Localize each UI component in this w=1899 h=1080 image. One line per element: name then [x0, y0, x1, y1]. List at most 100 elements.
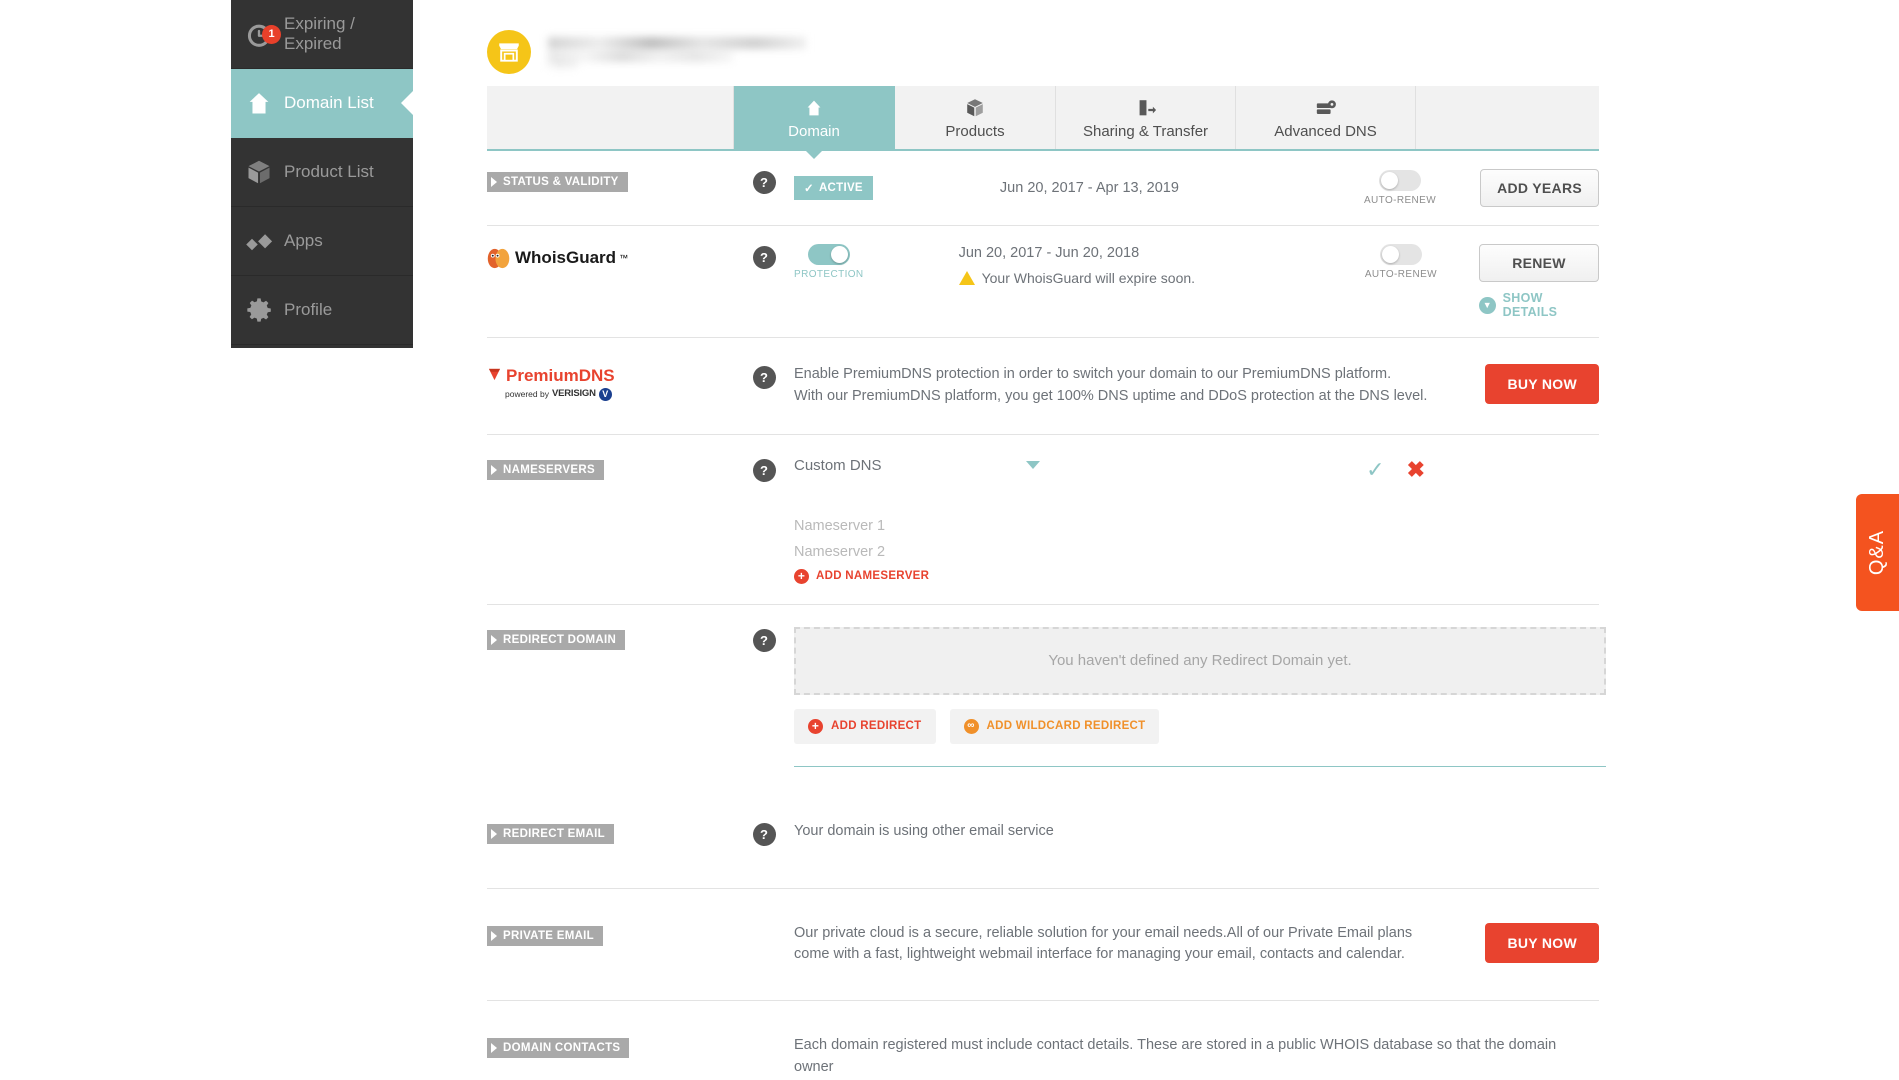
- whoisguard-logo: WhoisGuard ™: [487, 247, 734, 269]
- add-wildcard-label: ADD WILDCARD REDIRECT: [986, 720, 1146, 732]
- whoisguard-body: PROTECTION Jun 20, 2017 - Jun 20, 2018 Y…: [794, 244, 1599, 319]
- powered-by-label: powered by: [505, 388, 549, 399]
- tab-bar-tail: [1416, 86, 1599, 149]
- add-nameserver-link[interactable]: + ADD NAMESERVER: [794, 568, 929, 584]
- help-icon[interactable]: ?: [752, 246, 776, 269]
- premiumdns-label-cell: PremiumDNS powered by VERISIGN V: [487, 364, 734, 408]
- redirect-domain-empty-state: You haven't defined any Redirect Domain …: [794, 626, 1606, 695]
- row-private-email: PRIVATE EMAIL Our private cloud is a sec…: [487, 889, 1599, 1001]
- dns-type-value: Custom DNS: [794, 456, 882, 474]
- whoisguard-label-cell: WhoisGuard ™: [487, 244, 734, 319]
- app-root: 1 Expiring / Expired Domain List Product…: [0, 0, 1899, 1080]
- status-label-cell: STATUS & VALIDITY: [487, 169, 734, 207]
- redirect-domain-help-cell: ?: [734, 627, 794, 767]
- check-icon: ✓: [804, 183, 814, 195]
- diamond-icon: [487, 368, 502, 386]
- desc-line-2: With our PremiumDNS platform, you get 10…: [794, 387, 1428, 404]
- redirect-email-body: Your domain is using other email service: [794, 821, 1599, 846]
- verisign-icon: V: [598, 387, 612, 401]
- sidebar-item-label: Expiring / Expired: [284, 14, 355, 53]
- row-nameservers: NAMESERVERS ? Custom DNS ✓ ✖ Nameserver …: [487, 435, 1599, 605]
- status-badge: ✓ ACTIVE: [794, 176, 873, 200]
- qa-side-tab[interactable]: Q&A: [1856, 494, 1899, 611]
- nameserver-2-input[interactable]: Nameserver 2: [794, 543, 1234, 561]
- close-icon[interactable]: ✖: [1407, 457, 1425, 483]
- sidebar-item-profile[interactable]: Profile: [231, 276, 413, 345]
- row-whoisguard: WhoisGuard ™ ? PROTECTION Jun 20, 2017 -…: [487, 226, 1599, 338]
- nameserver-2-placeholder: Nameserver 2: [794, 543, 886, 560]
- help-icon[interactable]: ?: [752, 366, 776, 389]
- tab-advanced-dns[interactable]: Advanced DNS: [1236, 86, 1416, 149]
- toggle-knob: [830, 246, 848, 263]
- help-icon[interactable]: ?: [752, 822, 776, 846]
- help-icon[interactable]: ?: [752, 458, 776, 482]
- home-icon: [802, 96, 826, 120]
- tab-label: Advanced DNS: [1274, 122, 1377, 140]
- add-redirect-button[interactable]: + ADD REDIRECT: [794, 708, 936, 744]
- toggle-track[interactable]: [1379, 170, 1422, 191]
- renew-button[interactable]: RENEW: [1479, 244, 1599, 282]
- private-email-buy-now-button[interactable]: BUY NOW: [1485, 922, 1599, 963]
- premiumdns-verisign-line: powered by VERISIGN V: [487, 387, 734, 401]
- whoisguard-protection-toggle[interactable]: PROTECTION: [794, 244, 864, 280]
- tab-domain[interactable]: Domain: [734, 86, 895, 149]
- status-body: ✓ ACTIVE Jun 20, 2017 - Apr 13, 2019 AUT…: [794, 169, 1599, 207]
- whoisguard-trademark: ™: [619, 253, 629, 263]
- status-help-cell: ?: [734, 169, 794, 207]
- show-details-link[interactable]: ▼ SHOW DETAILS: [1479, 291, 1599, 319]
- add-years-button[interactable]: ADD YEARS: [1480, 169, 1599, 207]
- toggle-track[interactable]: [1379, 244, 1422, 265]
- nameservers-actions: ✓ ✖: [1366, 457, 1425, 483]
- domain-contacts-body: Each domain registered must include cont…: [794, 1035, 1599, 1080]
- check-icon[interactable]: ✓: [1366, 457, 1384, 483]
- domain-contacts-help-cell: [734, 1035, 794, 1080]
- whoisguard-dates: Jun 20, 2017 - Jun 20, 2018: [958, 245, 1140, 261]
- row-redirect-email: REDIRECT EMAIL ? Your domain is using ot…: [487, 779, 1599, 889]
- toggle-caption: AUTO-RENEW: [1364, 269, 1437, 280]
- redirect-domain-ribbon: REDIRECT DOMAIN: [487, 629, 626, 650]
- help-icon[interactable]: ?: [752, 628, 776, 652]
- status-autorenew-toggle[interactable]: AUTO-RENEW: [1364, 170, 1436, 206]
- sidebar-item-domain-list[interactable]: Domain List: [231, 69, 413, 138]
- nameserver-1-input[interactable]: Nameserver 1: [794, 517, 1234, 535]
- tab-products[interactable]: Products: [895, 86, 1056, 149]
- sidebar: 1 Expiring / Expired Domain List Product…: [231, 0, 413, 348]
- toggle-track[interactable]: [807, 244, 850, 265]
- main-panel: Domain Products Sharing & Transfer Advan…: [487, 0, 1606, 1080]
- chevron-down-icon: [1026, 460, 1040, 469]
- server-gear-icon: [1314, 96, 1338, 120]
- sidebar-item-apps[interactable]: Apps: [231, 207, 413, 276]
- redirect-domain-body: You haven't defined any Redirect Domain …: [794, 626, 1606, 767]
- help-icon[interactable]: ?: [752, 171, 776, 194]
- dns-type-select[interactable]: Custom DNS: [794, 457, 1044, 475]
- qa-tab-label: Q&A: [1866, 529, 1888, 576]
- nameservers-body: Custom DNS ✓ ✖ Nameserver 1 Nameserver 2: [794, 457, 1599, 584]
- whoisguard-dates-block: Jun 20, 2017 - Jun 20, 2018 Your WhoisGu…: [958, 244, 1195, 286]
- private-email-description: Our private cloud is a secure, reliable …: [794, 923, 1412, 967]
- nameserver-1-placeholder: Nameserver 1: [794, 517, 886, 534]
- tab-sharing-transfer[interactable]: Sharing & Transfer: [1056, 86, 1236, 149]
- share-transfer-icon: [1134, 96, 1158, 120]
- sidebar-item-product-list[interactable]: Product List: [231, 138, 413, 207]
- premiumdns-buy-now-button[interactable]: BUY NOW: [1485, 364, 1599, 404]
- private-email-label-cell: PRIVATE EMAIL: [487, 923, 734, 967]
- row-premiumdns: PremiumDNS powered by VERISIGN V ? Enabl…: [487, 338, 1599, 435]
- redirect-email-label-cell: REDIRECT EMAIL: [487, 821, 734, 846]
- status-ribbon: STATUS & VALIDITY: [487, 172, 628, 192]
- add-redirect-label: ADD REDIRECT: [831, 720, 922, 732]
- whoisguard-help-cell: ?: [734, 244, 794, 319]
- premiumdns-description: Enable PremiumDNS protection in order to…: [794, 364, 1427, 408]
- apps-icon: [245, 227, 273, 255]
- add-wildcard-redirect-button[interactable]: ∞ ADD WILDCARD REDIRECT: [949, 708, 1160, 744]
- sidebar-item-expiring-expired[interactable]: 1 Expiring / Expired: [231, 0, 413, 69]
- clock-icon: 1: [245, 20, 281, 48]
- home-icon: [245, 89, 273, 117]
- tab-label: Domain: [788, 122, 840, 140]
- toggle-knob: [1381, 172, 1399, 189]
- whoisguard-brand: WhoisGuard: [515, 248, 617, 267]
- premiumdns-help-cell: ?: [734, 364, 794, 408]
- tab-bar: Domain Products Sharing & Transfer Advan…: [487, 86, 1599, 151]
- domain-contacts-ribbon: DOMAIN CONTACTS: [487, 1038, 630, 1058]
- whoisguard-autorenew-toggle[interactable]: AUTO-RENEW: [1365, 244, 1437, 280]
- domain-contacts-description: Each domain registered must include cont…: [794, 1035, 1599, 1080]
